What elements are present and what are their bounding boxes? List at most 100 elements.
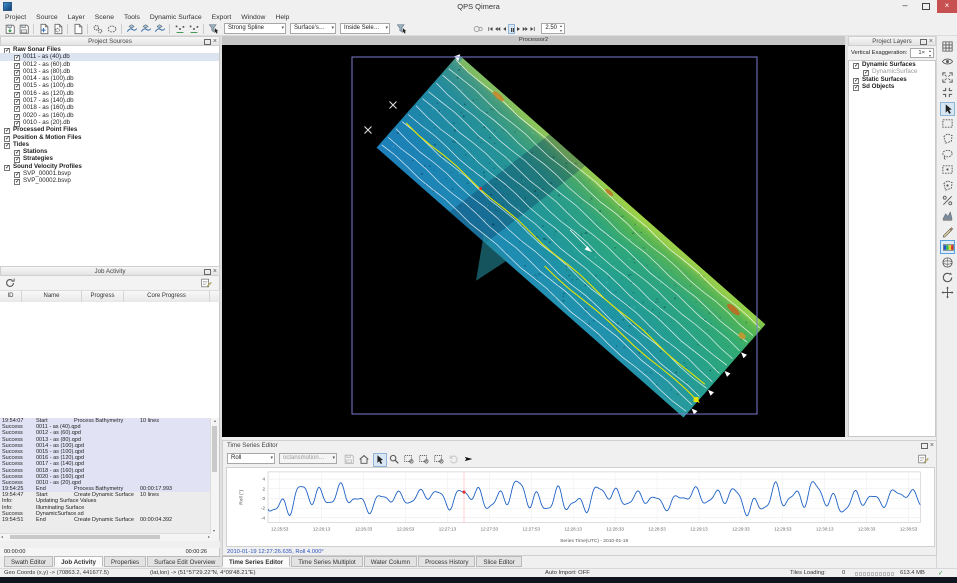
pan-view-icon[interactable] (940, 286, 955, 300)
menu-window[interactable]: Window (236, 13, 270, 22)
float-panel-icon[interactable] (920, 39, 927, 45)
slope-filter-icon[interactable] (940, 194, 955, 208)
tab-time-series-multiplot[interactable]: Time Series Multiplot (291, 556, 363, 567)
close-panel-icon[interactable]: × (213, 39, 217, 45)
zoom-extents-icon[interactable] (940, 71, 955, 85)
close-button[interactable]: × (937, 0, 957, 13)
log-row[interactable]: 19:54:51EndCreate Dynamic Surface00:00:0… (0, 517, 219, 523)
create-dynamic-surface-icon[interactable] (126, 23, 138, 35)
rotate-view-icon[interactable] (940, 271, 955, 285)
skip-start-button[interactable] (487, 24, 494, 34)
source-item[interactable]: ✓Processed Point Files (0, 126, 219, 133)
column-header[interactable]: Core Progress (124, 291, 210, 302)
filter-selection-icon[interactable] (208, 23, 220, 35)
source-item[interactable]: ✓Tides (0, 141, 219, 148)
home-icon[interactable] (358, 453, 370, 465)
tab-surface-edit-overview[interactable]: Surface Edit Overview (147, 556, 222, 567)
close-panel-icon[interactable]: × (929, 39, 933, 45)
update-dynamic-surface-icon[interactable] (140, 23, 152, 35)
source-item[interactable]: ✓0018 - as (160).db (0, 104, 219, 111)
source-item[interactable]: ✓0012 - as (60).db (0, 61, 219, 68)
series-combo[interactable]: Roll ▾ (227, 453, 275, 464)
job-activity-table[interactable] (0, 302, 220, 418)
polygon-edit-icon[interactable] (940, 179, 955, 193)
export-surface-icon[interactable] (154, 23, 166, 35)
processing-settings-icon[interactable] (92, 23, 104, 35)
eye-icon[interactable] (940, 55, 955, 69)
menu-tools[interactable]: Tools (119, 13, 145, 22)
close-panel-icon[interactable]: × (930, 443, 934, 449)
log-vertical-scrollbar[interactable]: ▴ ▾ (210, 418, 219, 541)
colormap-icon[interactable] (940, 240, 955, 254)
undo-icon[interactable] (448, 453, 460, 465)
layer-item[interactable]: ✓Dynamic Surfaces (849, 61, 935, 68)
menu-project[interactable]: Project (0, 13, 31, 22)
fast-forward-button[interactable] (522, 24, 529, 34)
polygon-select-icon[interactable] (940, 132, 955, 146)
import-processed-points-icon[interactable] (18, 23, 30, 35)
tab-slice-editor[interactable]: Slice Editor (476, 556, 521, 567)
minimize-button[interactable]: – (895, 0, 915, 13)
grid-icon[interactable] (940, 40, 955, 54)
log-report-icon[interactable] (200, 277, 212, 289)
3d-view[interactable] (222, 45, 845, 437)
spline-filter-combo[interactable]: Strong Spline ▾ (224, 23, 286, 34)
source-item[interactable]: ✓0011 - as (40).db (0, 53, 219, 60)
measure-icon[interactable] (940, 225, 955, 239)
vertical-exaggeration-spinner[interactable]: 1× ▴▾ (910, 48, 934, 58)
tab-job-activity[interactable]: Job Activity (54, 556, 103, 567)
menu-layer[interactable]: Layer (63, 13, 90, 22)
lasso-select-icon[interactable] (940, 148, 955, 162)
pause-button[interactable] (508, 24, 515, 34)
source-item[interactable]: ✓Position & Motion Files (0, 134, 219, 141)
auto-processing-icon[interactable] (106, 23, 118, 35)
zoom-window-icon[interactable] (940, 86, 955, 100)
source-item[interactable]: ✓0014 - as (100).db (0, 75, 219, 82)
source-item[interactable]: ✓SVP_00002.bsvp (0, 177, 219, 184)
spinner-arrows-icon[interactable]: ▴▾ (927, 49, 933, 58)
tab-properties[interactable]: Properties (104, 556, 146, 567)
chart-report-icon[interactable] (917, 453, 929, 465)
save-icon[interactable] (343, 453, 355, 465)
source-item[interactable]: ✓SVP_00001.bsvp (0, 170, 219, 177)
playback-speed-spinner[interactable]: 2.50 ▴▾ (541, 23, 565, 34)
roll-time-series-chart[interactable]: 12:25:5312:26:1312:26:3312:26:5312:27:13… (226, 467, 935, 547)
column-header[interactable]: ID (0, 291, 22, 302)
rewind-button[interactable] (494, 24, 501, 34)
job-activity-log[interactable]: 19:54:07StartProcess Bathymetry10 linesS… (0, 418, 220, 541)
step-back-button[interactable] (501, 24, 508, 34)
close-panel-icon[interactable]: × (213, 269, 217, 275)
source-item[interactable]: ✓0020 - as (160).db (0, 112, 219, 119)
scrollbar-thumb[interactable] (212, 426, 217, 472)
menu-source[interactable]: Source (31, 13, 63, 22)
scrollbar-thumb[interactable] (10, 535, 160, 539)
source-item[interactable]: ✓Strategies (0, 155, 219, 162)
menu-scene[interactable]: Scene (90, 13, 119, 22)
source-item[interactable]: ✓0013 - as (80).db (0, 68, 219, 75)
profile-view-icon[interactable] (940, 209, 955, 223)
layer-item[interactable]: ✓Static Surfaces (849, 76, 935, 83)
source-item[interactable]: ✓Stations (0, 148, 219, 155)
apply-filter-icon[interactable] (396, 23, 408, 35)
checkbox[interactable]: ✓ (853, 85, 859, 91)
menu-help[interactable]: Help (270, 13, 294, 22)
zoom-y-icon[interactable] (418, 453, 430, 465)
play-button[interactable] (515, 24, 522, 34)
tab-water-column[interactable]: Water Column (364, 556, 417, 567)
source-item[interactable]: ✓0016 - as (120).db (0, 90, 219, 97)
checkbox[interactable]: ✓ (14, 179, 20, 185)
add-processed-file-icon[interactable] (52, 23, 64, 35)
float-panel-icon[interactable] (204, 269, 211, 275)
play-position-icon[interactable] (463, 453, 475, 465)
source-item[interactable]: ✓Sound Velocity Profiles (0, 163, 219, 170)
source-item[interactable]: ✓0015 - as (100).db (0, 82, 219, 89)
add-raw-file-icon[interactable] (38, 23, 50, 35)
float-panel-icon[interactable] (921, 443, 928, 449)
cursor-icon[interactable] (373, 453, 387, 467)
maximize-button[interactable] (916, 0, 936, 13)
sphere-view-icon[interactable] (940, 256, 955, 270)
os-taskbar[interactable] (0, 577, 957, 583)
cursor-select-icon[interactable] (940, 102, 955, 116)
sensor-combo[interactable]: octansmotionsens ▾ (279, 453, 337, 464)
skip-end-button[interactable] (529, 24, 536, 34)
